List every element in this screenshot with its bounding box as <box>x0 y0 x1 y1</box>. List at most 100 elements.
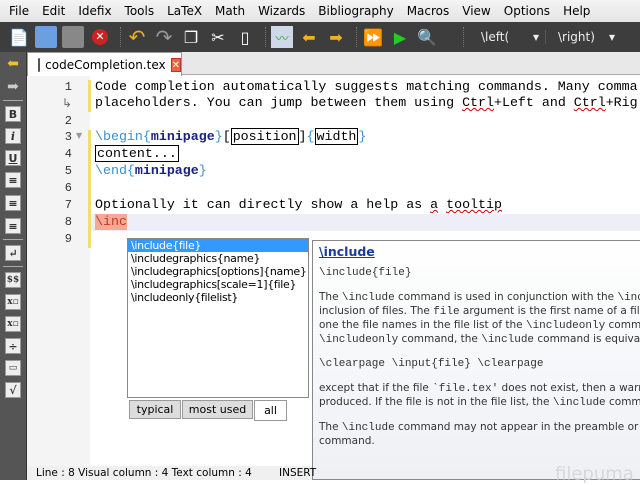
help-paragraph-3: The \include command may not appear in t… <box>319 421 640 449</box>
menu-bar: File Edit Idefix Tools LaTeX Math Wizards Bibli… <box>0 0 640 22</box>
completion-item[interactable]: \include{file} <box>128 239 308 252</box>
toolbar: 📄 ✕ ↶ ↷ ❐ ✂ ▯ 〰 ⬅ ➡ ⏩ ▶ 🔍 \left(▾ \right… <box>0 22 640 52</box>
line-number: 6 <box>64 181 72 195</box>
italic-icon[interactable]: i <box>5 128 21 144</box>
cursor-position: Line : 8 Visual column : 4 Text column :… <box>36 467 252 479</box>
superscript-icon[interactable]: x▫ <box>5 316 21 332</box>
copy-icon[interactable]: ❐ <box>180 26 202 48</box>
change-marker <box>88 80 91 112</box>
text: produced. If the file is not in the file… <box>319 396 553 408</box>
redo-icon[interactable]: ↷ <box>153 25 175 49</box>
help-syntax: \include{file} <box>319 267 412 279</box>
code-line-3[interactable]: \begin{minipage}[position]{width} <box>95 128 366 145</box>
completion-item[interactable]: \includegraphics[scale=1]{file} <box>128 278 308 291</box>
help-paragraph-1: The \include command is used in conjunct… <box>319 291 640 347</box>
compile-icon[interactable]: ▶ <box>389 26 411 48</box>
next-mark-icon[interactable]: ➡ <box>325 26 347 48</box>
newline-icon[interactable]: ↵ <box>5 245 21 261</box>
completion-item[interactable]: \includegraphics{name} <box>128 252 308 265</box>
menu-macros[interactable]: Macros <box>401 4 456 18</box>
right-delimiter-combo[interactable]: \right) ▾ <box>545 30 621 44</box>
tab-typical[interactable]: typical <box>129 400 181 419</box>
sqrt-icon[interactable]: √ <box>5 382 21 398</box>
view-icon[interactable]: 🔍 <box>416 26 438 48</box>
fraction-icon[interactable]: ▭ <box>5 360 21 376</box>
left-delimiter-combo[interactable]: \left(▾ <box>469 30 545 44</box>
completion-list[interactable]: \include{file} \includegraphics{name} \i… <box>127 238 309 398</box>
tab-title: codeCompletion.tex <box>45 57 166 72</box>
fold-arrow-icon[interactable]: ▼ <box>76 131 82 140</box>
line-number: 1 <box>64 80 72 94</box>
chevron-down-icon: ▾ <box>532 30 539 44</box>
forward-arrow-icon[interactable]: ➡ <box>5 79 21 95</box>
text: The <box>319 291 342 303</box>
back-arrow-icon[interactable]: ⬅ <box>5 56 21 72</box>
menu-file[interactable]: File <box>3 4 35 18</box>
text: except that if the file <box>319 382 433 394</box>
text: one the file names in the file list of t… <box>319 319 526 331</box>
line-number: 4 <box>64 147 72 161</box>
text: argument is the first name of a file, de… <box>462 305 640 317</box>
menu-view[interactable]: View <box>456 4 496 18</box>
brace: { <box>142 129 151 144</box>
help-paragraph-2: except that if the file `file.tex' does … <box>319 382 640 410</box>
new-file-icon[interactable]: 📄 <box>8 26 30 48</box>
text: command c <box>608 319 640 331</box>
math-mode-icon[interactable]: $$ <box>5 272 21 288</box>
align-center-icon[interactable]: ≡ <box>5 195 21 211</box>
tab-codecompletion[interactable]: codeCompletion.tex ✕ <box>27 52 182 76</box>
subscript-icon[interactable]: x▫ <box>5 294 21 310</box>
check-icon[interactable]: 〰 <box>271 26 293 48</box>
line-number: 3 <box>64 130 72 144</box>
code-line-5[interactable]: \end{minipage} <box>95 163 207 179</box>
code-line-4[interactable]: content... <box>95 145 179 162</box>
align-right-icon[interactable]: ≡ <box>5 218 21 234</box>
chevron-down-icon: ▾ <box>608 30 615 44</box>
line-number: 2 <box>64 114 72 128</box>
divide-icon[interactable]: ÷ <box>5 338 21 354</box>
completion-item[interactable]: \includeonly{filelist} <box>128 291 308 304</box>
cut-icon[interactable]: ✂ <box>207 26 229 48</box>
tab-most-used[interactable]: most used <box>182 400 253 419</box>
code-term: \includeonly <box>525 320 606 332</box>
tab-all[interactable]: all <box>254 400 287 421</box>
menu-idefix[interactable]: Idefix <box>72 4 117 18</box>
build-view-icon[interactable]: ⏩ <box>362 26 384 48</box>
line-number: 7 <box>64 198 72 212</box>
placeholder[interactable]: content... <box>95 145 179 162</box>
completion-item[interactable]: \includegraphics[options]{name} <box>128 265 308 278</box>
help-syntax-2: \clearpage \input{file} \clearpage <box>319 358 544 370</box>
menu-bibliography[interactable]: Bibliography <box>312 4 399 18</box>
code-line-1-wrap[interactable]: placeholders. You can jump between them … <box>95 95 638 111</box>
menu-help[interactable]: Help <box>557 4 596 18</box>
save-icon[interactable] <box>62 26 84 48</box>
menu-edit[interactable]: Edit <box>36 4 71 18</box>
underline-icon[interactable]: U <box>5 150 21 166</box>
undo-icon[interactable]: ↶ <box>126 25 148 49</box>
text: command may not appear in the preamble o… <box>398 421 640 433</box>
code-term: \include <box>552 397 606 409</box>
menu-options[interactable]: Options <box>498 4 556 18</box>
menu-tools[interactable]: Tools <box>119 4 161 18</box>
text: Optionally it can directly show a help a… <box>95 197 431 212</box>
menu-math[interactable]: Math <box>209 4 251 18</box>
open-icon[interactable] <box>35 26 57 48</box>
paste-icon[interactable]: ▯ <box>234 26 256 48</box>
text: +Left and <box>493 95 574 110</box>
close-tab-icon[interactable]: ✕ <box>170 57 181 72</box>
code-term: file <box>433 306 460 318</box>
placeholder[interactable]: position <box>230 128 299 145</box>
environment: minipage <box>150 129 215 144</box>
close-icon[interactable]: ✕ <box>89 26 111 48</box>
menu-latex[interactable]: LaTeX <box>161 4 208 18</box>
menu-wizards[interactable]: Wizards <box>252 4 311 18</box>
align-left-icon[interactable]: ≡ <box>5 172 21 188</box>
placeholder[interactable]: width <box>314 128 359 145</box>
code-line-1[interactable]: Code completion automatically suggests m… <box>95 79 638 95</box>
bold-icon[interactable]: B <box>5 106 21 122</box>
code-line-8[interactable]: \inc <box>95 214 127 230</box>
code-line-7[interactable]: Optionally it can directly show a help a… <box>95 197 502 213</box>
prev-mark-icon[interactable]: ⬅ <box>298 26 320 48</box>
text: command is equivalent <box>537 333 640 345</box>
text: +Rig <box>605 95 638 110</box>
